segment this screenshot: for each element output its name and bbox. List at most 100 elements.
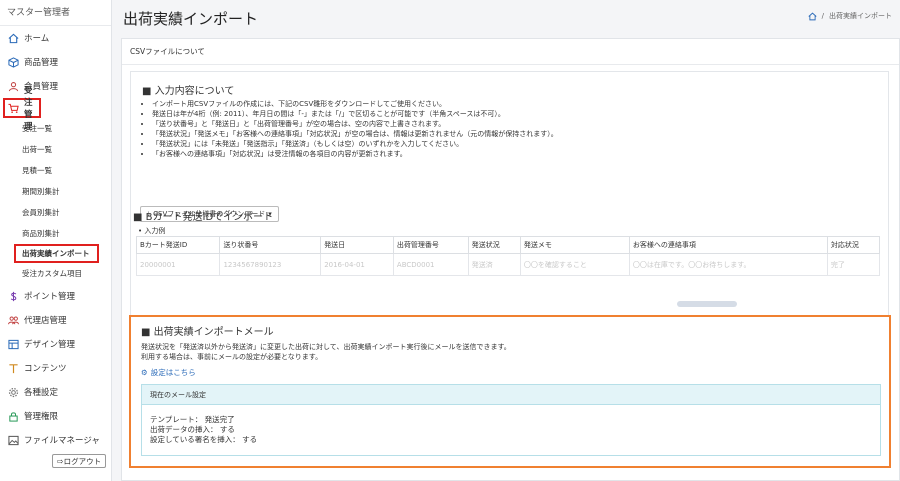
current-mail-settings-box: 現在のメール設定 テンプレート： 発送完了 出荷データの挿入： する 設定してい… xyxy=(141,384,881,456)
user-role: マスター管理者 xyxy=(0,0,111,26)
settings-link-label: 設定はこちら xyxy=(150,368,196,377)
dollar-icon xyxy=(8,291,19,302)
section-title: Bカート発送IDでインポート xyxy=(145,212,274,223)
sub-shipping-import[interactable]: 出荷実績インポート xyxy=(14,244,99,263)
breadcrumb-current: 出荷実績インポート xyxy=(829,12,892,20)
home-icon xyxy=(8,33,19,44)
rule-item: 「発送状況」には「未発送」「発送指示」「発送済」（もしくは空）のいずれかを入力し… xyxy=(152,139,558,149)
sub-shipping-list[interactable]: 出荷一覧 xyxy=(0,139,111,160)
input-rules-list: インポート用CSVファイルの作成には、下記のCSV雛形をダウンロードしてご使用く… xyxy=(140,99,558,159)
mail-desc-line: 利用する場合は、事前にメールの設定が必要となります。 xyxy=(141,353,323,361)
col-header: 送り状番号 xyxy=(219,236,322,254)
menu-products[interactable]: 商品管理 xyxy=(0,50,111,74)
users-icon xyxy=(8,315,19,326)
col-header: 出荷管理番号 xyxy=(392,236,469,254)
lock-icon xyxy=(8,411,19,422)
menu-label: 各種設定 xyxy=(24,388,59,398)
table-horizontal-scrollbar[interactable] xyxy=(677,301,737,307)
shipping-import-mail-section: ■ 出荷実績インポートメール 発送状況を「発送済以外から発送済」に変更した出荷に… xyxy=(129,315,891,468)
col-header: 発送メモ xyxy=(519,236,630,254)
section-marker: ■ xyxy=(141,327,154,338)
input-section-heading: ■ 入力内容について xyxy=(142,82,234,97)
menu-agents[interactable]: 代理店管理 xyxy=(0,308,111,332)
table-row: 20000001 1234567890123 2016-04-01 ABCD00… xyxy=(135,253,881,276)
menu-members[interactable]: 会員管理 xyxy=(0,74,111,98)
table-cell: 1234567890123 xyxy=(219,253,322,276)
menu-contents[interactable]: コンテンツ xyxy=(0,356,111,380)
sidebar: マスター管理者 ホーム 商品管理 会員管理 受注管理 受注一覧 出荷一覧 見積一… xyxy=(0,0,112,481)
import-section-heading: ■ Bカート発送IDでインポート xyxy=(133,208,273,223)
card-title: CSVファイルについて xyxy=(122,39,899,65)
table-cell: 20000001 xyxy=(135,253,221,276)
data-insert-setting: 出荷データの挿入： する xyxy=(150,425,235,434)
page-title: 出荷実績インポート xyxy=(123,10,259,28)
cart-icon xyxy=(8,103,19,114)
col-header: 発送日 xyxy=(320,236,394,254)
section-marker: ■ xyxy=(142,86,155,97)
section-marker: ■ xyxy=(133,212,146,223)
menu-design[interactable]: デザイン管理 xyxy=(0,332,111,356)
col-header: Bカート発送ID xyxy=(135,236,221,254)
mail-desc-line: 発送状況を「発送済以外から発送済」に変更した出荷に対して、出荷実績インポート実行… xyxy=(141,343,511,351)
logout-icon: ⇨ xyxy=(56,456,64,466)
sub-product-summary[interactable]: 商品別集計 xyxy=(0,223,111,244)
logout-button[interactable]: ⇨ ログアウト xyxy=(52,454,106,468)
table-cell: ABCD0001 xyxy=(392,253,469,276)
menu-home[interactable]: ホーム xyxy=(0,26,111,50)
menu-label: 商品管理 xyxy=(24,58,59,68)
col-header: 対応状況 xyxy=(826,236,881,254)
sub-estimate-list[interactable]: 見積一覧 xyxy=(0,160,111,181)
col-header: お客様への連絡事項 xyxy=(628,236,828,254)
mail-box-title: 現在のメール設定 xyxy=(142,385,880,405)
rule-item: 発送日は年が4桁（例: 2011）、年月日の間は「-」または「/」で区切ることが… xyxy=(152,109,558,119)
box-icon xyxy=(8,56,19,68)
home-icon[interactable] xyxy=(808,12,817,21)
menu-points[interactable]: ポイント管理 xyxy=(0,284,111,308)
table-cell: 2016-04-01 xyxy=(320,253,394,276)
table-cell: 発送済 xyxy=(467,253,521,276)
menu-permissions[interactable]: 管理権限 xyxy=(0,404,111,428)
menu-settings[interactable]: 各種設定 xyxy=(0,380,111,404)
image-icon xyxy=(8,435,19,446)
menu-label: ファイルマネージャ xyxy=(24,436,100,446)
logout-label: ログアウト xyxy=(63,456,102,466)
sub-order-custom[interactable]: 受注カスタム項目 xyxy=(0,263,111,284)
mail-settings-link[interactable]: ⚙ 設定はこちら xyxy=(141,367,196,378)
rule-item: 「お客様への連絡事項」「対応状況」は受注情報の各項目の内容が更新されます。 xyxy=(152,149,558,159)
rule-item: インポート用CSVファイルの作成には、下記のCSV雛形をダウンロードしてご使用く… xyxy=(152,99,558,109)
gear-icon xyxy=(8,387,19,398)
page-header: 出荷実績インポート / 出荷実績インポート xyxy=(113,0,900,36)
example-table: Bカート発送ID 送り状番号 発送日 出荷管理番号 発送状況 発送メモ お客様へ… xyxy=(135,236,881,276)
rule-item: 「送り状番号」と「発送日」と「出荷管理番号」が空の場合は、空の内容で上書きされま… xyxy=(152,119,558,129)
mail-box-body: テンプレート： 発送完了 出荷データの挿入： する 設定している署名を挿入： す… xyxy=(142,405,880,445)
menu-file-manager[interactable]: ファイルマネージャ xyxy=(0,428,111,452)
sub-order-list[interactable]: 受注一覧 xyxy=(0,118,111,139)
table-cell: 完了 xyxy=(826,253,881,276)
menu-label: ホーム xyxy=(24,34,50,44)
mail-description: 発送状況を「発送済以外から発送済」に変更した出荷に対して、出荷実績インポート実行… xyxy=(141,342,511,362)
main-menu: ホーム 商品管理 会員管理 受注管理 xyxy=(0,26,111,132)
signature-setting: 設定している署名を挿入： する xyxy=(150,435,258,444)
table-header-row: Bカート発送ID 送り状番号 発送日 出荷管理番号 発送状況 発送メモ お客様へ… xyxy=(135,236,881,254)
menu-label: 管理権限 xyxy=(24,412,59,422)
menu-label: 代理店管理 xyxy=(24,316,67,326)
breadcrumb: / 出荷実績インポート xyxy=(808,11,892,21)
section-title: 出荷実績インポートメール xyxy=(153,327,274,338)
col-header: 発送状況 xyxy=(467,236,521,254)
sub-period-summary[interactable]: 期間別集計 xyxy=(0,181,111,202)
user-icon xyxy=(8,81,19,92)
menu-label: ポイント管理 xyxy=(24,292,76,302)
menu-label: コンテンツ xyxy=(24,364,67,374)
template-setting: テンプレート： 発送完了 xyxy=(150,415,235,424)
example-label: • 入力例 xyxy=(138,227,166,235)
rule-item: 「発送状況」「発送メモ」「お客様への連絡事項」「対応状況」が空の場合は、情報は更… xyxy=(152,129,558,139)
orders-submenu: 受注一覧 出荷一覧 見積一覧 期間別集計 会員別集計 商品別集計 出荷実績インポ… xyxy=(0,118,111,284)
section-title: 入力内容について xyxy=(154,86,235,97)
layout-icon xyxy=(8,339,19,350)
gear-icon: ⚙ xyxy=(141,368,148,377)
mail-section-heading: ■ 出荷実績インポートメール xyxy=(141,323,274,338)
sub-member-summary[interactable]: 会員別集計 xyxy=(0,202,111,223)
table-cell: 〇〇を確認すること xyxy=(519,253,630,276)
menu-orders[interactable]: 受注管理 xyxy=(3,86,41,132)
menu-label: デザイン管理 xyxy=(24,340,76,350)
